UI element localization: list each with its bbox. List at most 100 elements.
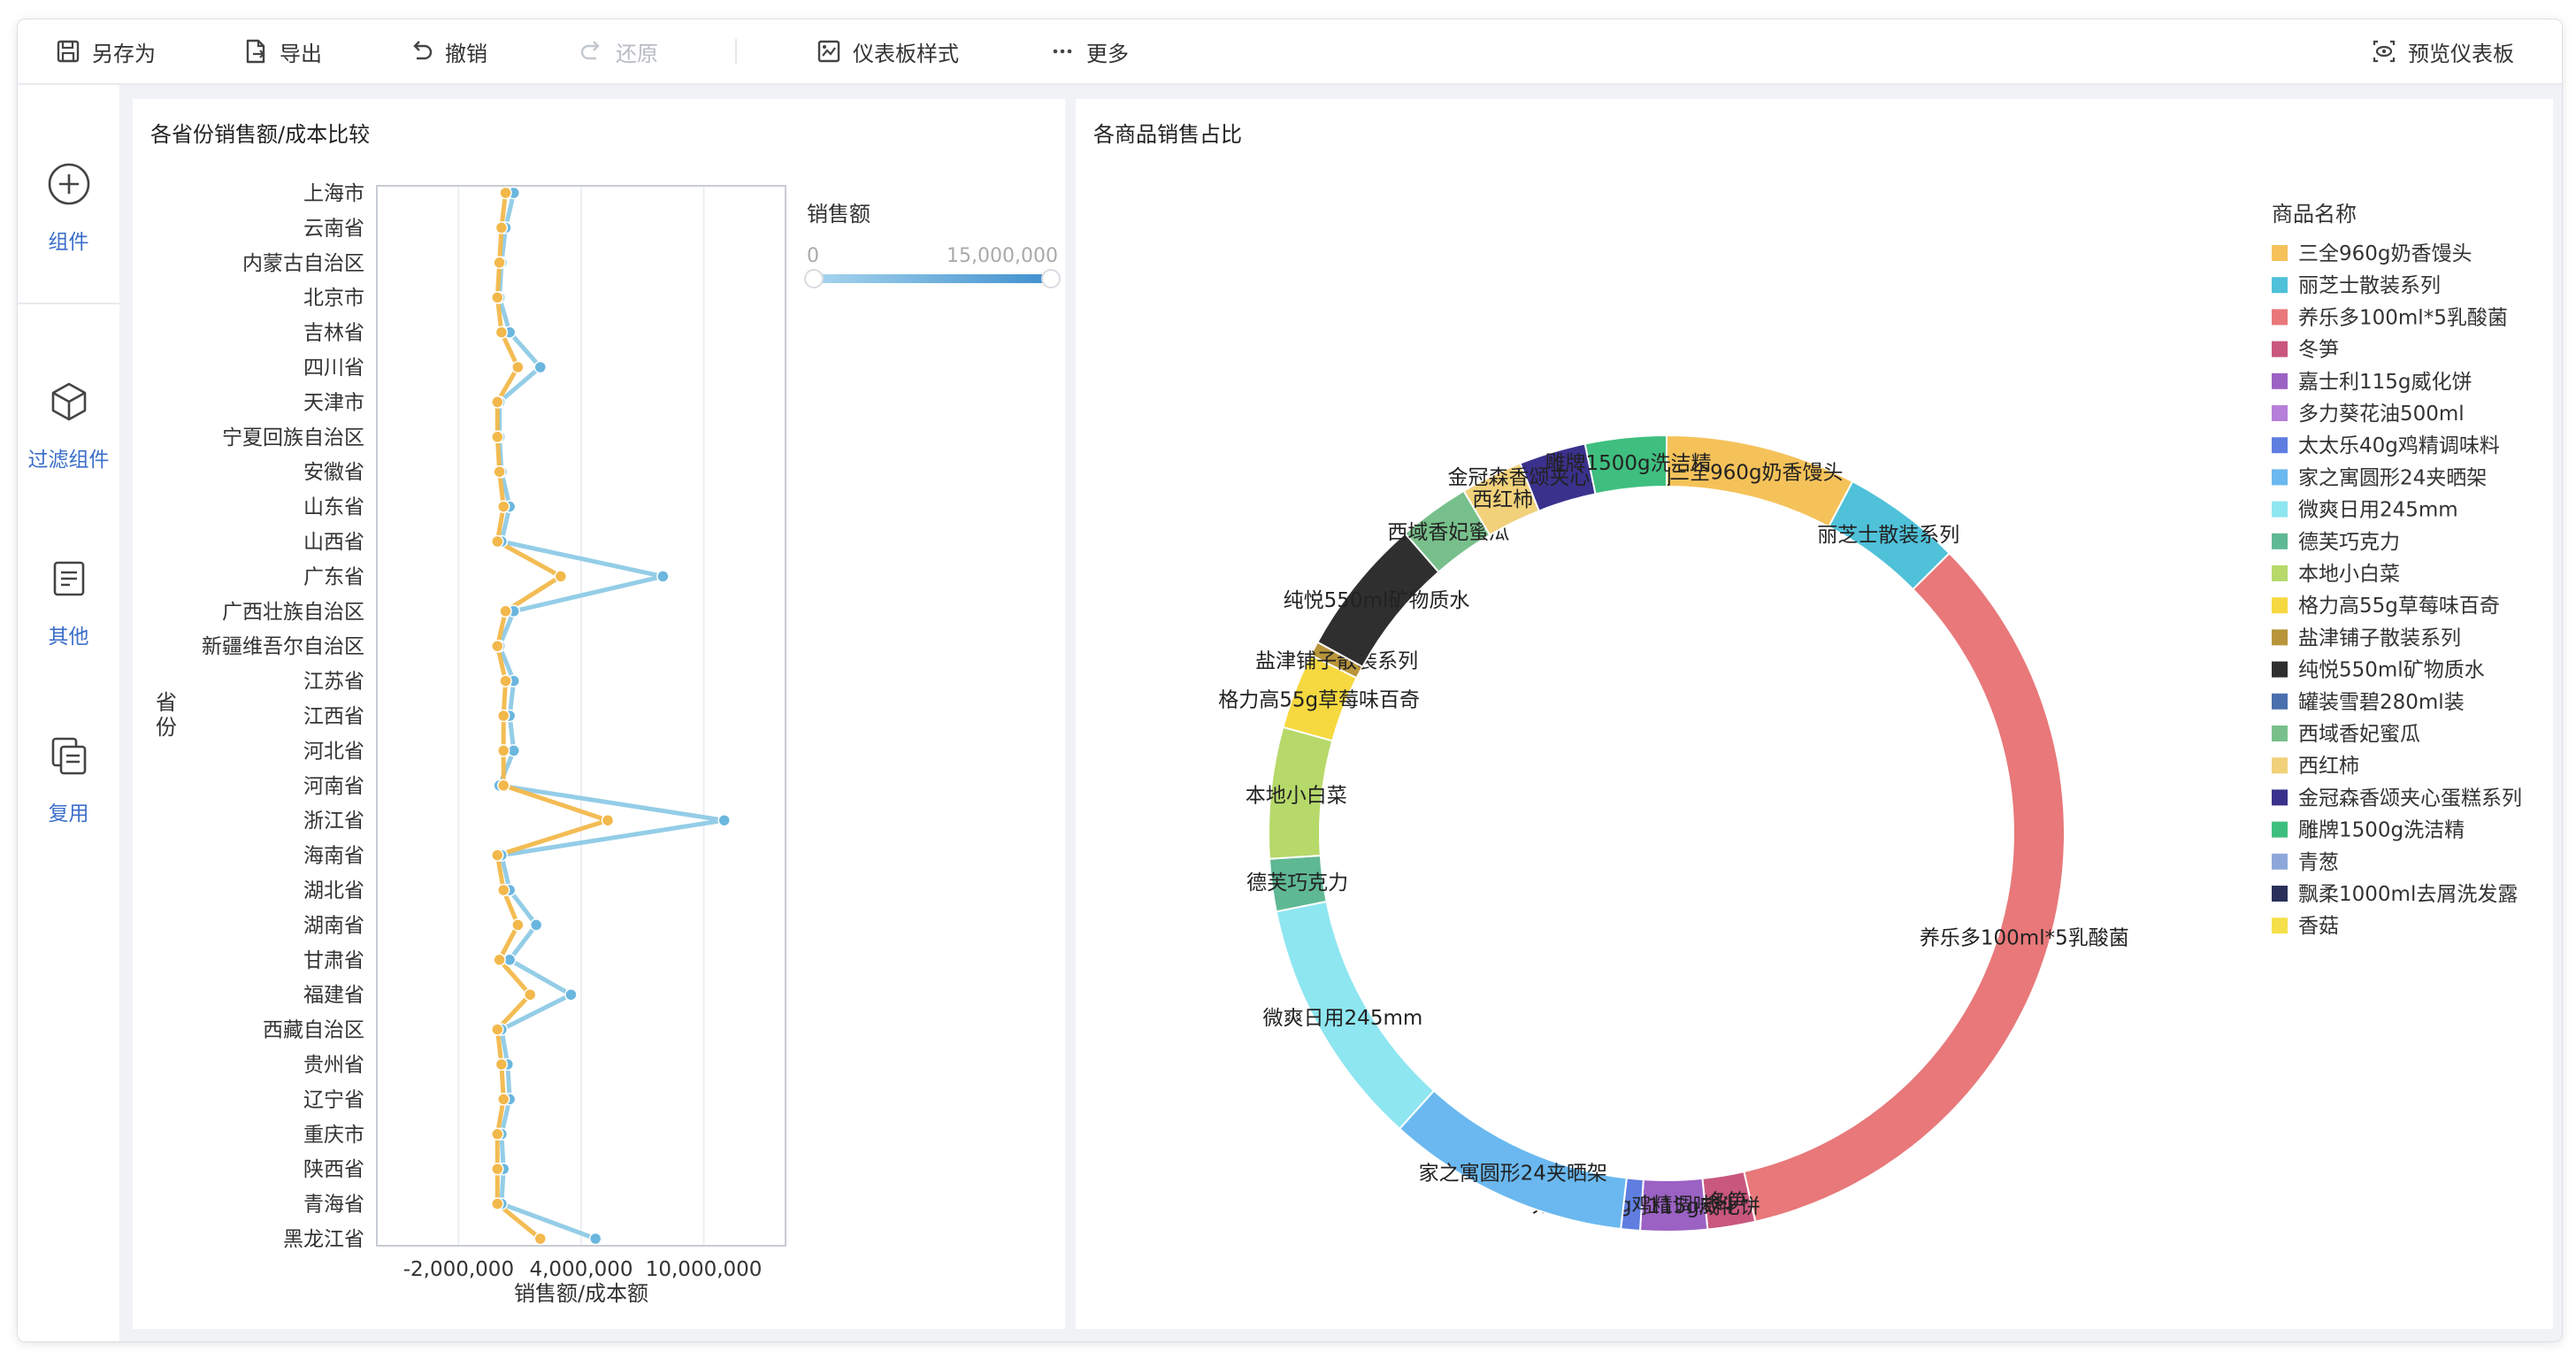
legend-swatch [2272, 821, 2288, 838]
legend-item-label: 三全960g奶香馒头 [2298, 242, 2472, 265]
sidebar-item-label: 组件 [48, 231, 89, 254]
y-tick-label: 湖北省 [303, 879, 364, 902]
data-point [529, 918, 543, 932]
legend-swatch [2272, 341, 2288, 357]
preview-dashboard-button[interactable]: 预览仪表板 [2371, 19, 2514, 83]
slice-label: 丽芝士散装系列 [1817, 524, 1959, 547]
data-point [493, 465, 506, 479]
document-icon [44, 554, 94, 603]
sidebar-item-filter-components[interactable]: 过滤组件 [18, 377, 119, 472]
province-chart-panel[interactable]: 各省份销售额/成本比较 -2,000,000 4,000,000 10,000,00… [133, 99, 1065, 1329]
legend-swatch [2272, 661, 2288, 678]
legend-swatch [2272, 918, 2288, 934]
undo-icon [408, 38, 434, 65]
product-donut-chart: 三全960g奶香馒头丽芝士散装系列养乐多100ml*5乳酸菌冬笋嘉士利115g威… [1218, 202, 2522, 1233]
legend-swatch [2272, 277, 2288, 294]
data-point [499, 604, 512, 618]
data-point [533, 1232, 548, 1246]
slice-label: 养乐多100ml*5乳酸菌 [1920, 926, 2129, 949]
y-tick-label: 陕西省 [303, 1158, 364, 1181]
slice-label: 纯悦550ml矿物质水 [1284, 589, 1470, 612]
more-label: 更多 [1086, 41, 1129, 66]
legend-item-label: 飘柔1000ml去屑洗发露 [2298, 883, 2518, 906]
cube-icon [44, 377, 94, 426]
y-tick-label: 西藏自治区 [263, 1019, 364, 1042]
undo-button[interactable]: 撤销 [408, 19, 487, 83]
data-point [491, 290, 504, 304]
legend-swatch [2272, 757, 2288, 774]
sidebar-item-reuse[interactable]: 复用 [18, 731, 119, 826]
legend-swatch [2272, 597, 2288, 614]
y-tick-label: 浙江省 [303, 810, 364, 833]
legend-item-label: 养乐多100ml*5乳酸菌 [2298, 306, 2508, 329]
legend-title: 商品名称 [2272, 202, 2357, 226]
data-point [533, 360, 548, 374]
legend-item-label: 盐津铺子散装系列 [2298, 626, 2461, 649]
data-point [499, 186, 512, 200]
save-as-button[interactable]: 另存为 [55, 19, 156, 83]
data-point [491, 1023, 504, 1036]
legend-swatch [2272, 886, 2288, 902]
sidebar-divider [18, 303, 119, 304]
y-tick-label: 山东省 [303, 496, 364, 519]
component-sidebar: 组件 过滤组件 其他 复用 [18, 85, 119, 1341]
product-chart-panel[interactable]: 各商品销售占比 三全960g奶香馒头 丽芝士散装系列 养乐多100ml*5乳酸菌 冬笋… [1076, 99, 2553, 1329]
slice-label: 微爽日用245mm [1263, 1007, 1423, 1030]
slice-label: 德芙巧克力 [1246, 871, 1348, 894]
slice-label: 家之寓圆形24夹晒架 [1419, 1162, 1607, 1185]
slice-label: 雕牌1500g洗洁精 [1545, 452, 1712, 475]
data-point [511, 918, 525, 932]
data-point [496, 779, 510, 793]
plus-circle-icon [44, 159, 94, 209]
sidebar-item-components[interactable]: 组件 [18, 159, 119, 255]
export-button[interactable]: 导出 [242, 19, 322, 83]
legend-swatch [2272, 245, 2288, 261]
data-point [499, 674, 512, 687]
legend-item-label: 太太乐40g鸡精调味料 [2298, 434, 2500, 457]
legend-item-label: 青葱 [2298, 851, 2339, 874]
data-point [493, 256, 506, 270]
sidebar-item-label: 其他 [48, 626, 89, 649]
legend-item-label: 罐装雪碧280ml装 [2298, 691, 2465, 714]
data-point [491, 534, 504, 549]
legend-min-handle [804, 269, 824, 288]
legend-swatch [2272, 372, 2288, 389]
y-tick-label: 四川省 [303, 357, 364, 380]
series-line-sales [497, 192, 727, 1241]
y-axis-label: 份 [156, 715, 177, 740]
data-point [496, 709, 510, 723]
legend-item-label: 西域香妃蜜瓜 [2298, 723, 2420, 746]
y-tick-label: 福建省 [303, 984, 364, 1007]
preview-icon [2371, 38, 2397, 65]
y-tick-label: 上海市 [303, 182, 364, 205]
data-point [496, 883, 510, 897]
sidebar-item-label: 过滤组件 [27, 449, 110, 472]
y-tick-label: 安徽省 [303, 461, 364, 484]
slice-label: 本地小白菜 [1246, 785, 1347, 808]
redo-label: 还原 [616, 41, 658, 66]
legend-item-label: 丽芝士散装系列 [2298, 274, 2441, 297]
toolbar-divider [735, 39, 737, 64]
legend-item-label: 微爽日用245mm [2298, 499, 2458, 522]
save-icon [55, 38, 81, 65]
legend-swatch [2272, 501, 2288, 518]
redo-button[interactable]: 还原 [579, 19, 658, 83]
data-point [601, 813, 615, 827]
y-tick-label: 天津市 [303, 391, 364, 414]
more-button[interactable]: 更多 [1049, 19, 1129, 83]
sidebar-item-other[interactable]: 其他 [18, 554, 119, 649]
legend-item-label: 雕牌1500g洗洁精 [2298, 819, 2465, 842]
legend-swatch [2272, 405, 2288, 421]
legend-max-handle [1041, 269, 1061, 288]
data-point [511, 360, 525, 374]
legend-swatch [2272, 726, 2288, 741]
legend-gradient-bar [814, 274, 1051, 283]
y-tick-label: 贵州省 [303, 1054, 364, 1077]
dashboard-style-button[interactable]: 仪表板样式 [816, 19, 959, 83]
data-point [588, 1232, 602, 1246]
y-tick-label: 北京市 [303, 287, 364, 310]
data-point [491, 1162, 504, 1176]
legend-swatch [2272, 565, 2288, 581]
data-point [656, 570, 670, 583]
export-icon [242, 38, 269, 65]
